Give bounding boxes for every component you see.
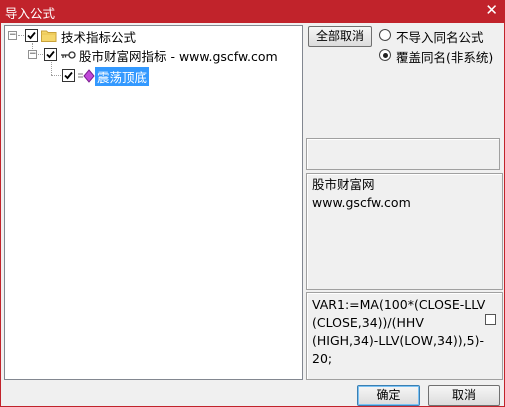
formula-checkbox[interactable] [485,314,496,325]
diamond-formula-icon [77,69,95,83]
key-icon [60,49,76,61]
tree-connector [51,75,61,76]
checkbox-child[interactable] [44,48,57,61]
formula-line-3: (HIGH,34)-LLV(LOW,34)),5)- [312,333,484,348]
info-panel: 股市财富网 www.gscfw.com [306,173,503,290]
radio-selected-dot [382,52,388,58]
formula-tree[interactable]: − 技术指标公式 − 股市财富网指标 - www.gscfw.com 震荡顶底 [4,25,303,380]
radio-overwrite[interactable] [379,49,391,61]
title-bar: 导入公式 ✕ [0,0,505,23]
info-line-1: 股市财富网 [312,177,375,192]
status-panel [306,138,500,170]
formula-line-1: VAR1:=MA(100*(CLOSE-LLV [312,297,486,312]
cancel-button[interactable]: 取消 [428,385,500,406]
tree-expander-child[interactable]: − [28,50,37,59]
close-icon[interactable]: ✕ [485,1,498,19]
formula-panel: VAR1:=MA(100*(CLOSE-LLV (CLOSE,34))/(HHV… [306,292,503,380]
tree-label-child[interactable]: 股市财富网指标 - www.gscfw.com [79,46,278,65]
info-line-2: www.gscfw.com [312,195,411,210]
radio-overwrite-label[interactable]: 覆盖同名(非系统) [396,47,493,66]
tree-label-leaf[interactable]: 震荡顶底 [95,67,150,86]
ok-button[interactable]: 确定 [357,385,420,406]
formula-line-2: (CLOSE,34))/(HHV [312,315,424,330]
checkbox-leaf[interactable] [62,69,75,82]
folder-icon [41,29,57,42]
tree-connector [51,62,52,75]
window-title: 导入公式 [5,6,56,21]
formula-line-4: 20; [312,351,333,366]
checkbox-root[interactable] [25,29,38,42]
tree-label-root[interactable]: 技术指标公式 [61,27,136,46]
radio-no-import-label[interactable]: 不导入同名公式 [396,27,484,46]
radio-no-import[interactable] [379,29,391,41]
deselect-all-button[interactable]: 全部取消 [308,26,372,47]
tree-expander-root[interactable]: − [8,31,17,40]
